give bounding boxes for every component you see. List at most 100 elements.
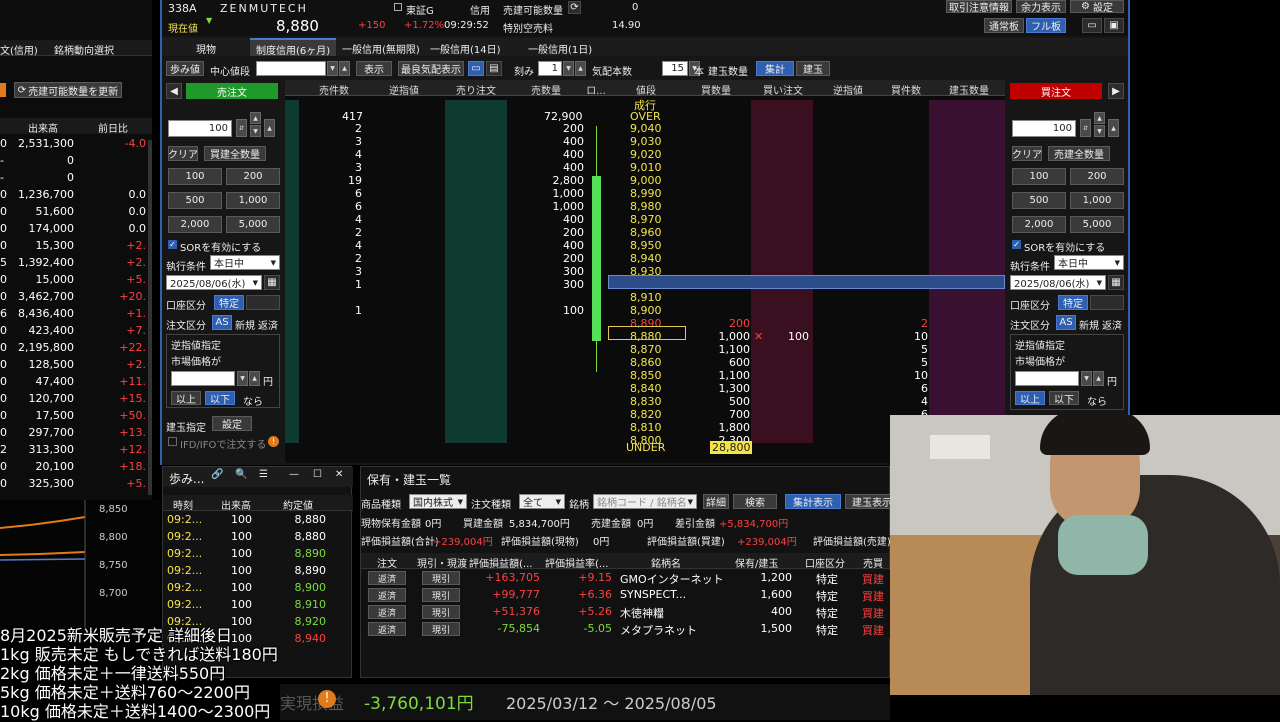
- holding-row[interactable]: 返済 現引 +163,705 +9.15 GMOインターネット 1,200 特定 買建: [362, 570, 890, 587]
- tab-margin-6m[interactable]: 制度信用(6ヶ月): [250, 38, 336, 57]
- symbol-input[interactable]: 銘柄コード / 銘柄名 ▼: [593, 494, 697, 509]
- as-button[interactable]: AS: [1056, 315, 1076, 330]
- bid-qty[interactable]: 1,100: [719, 369, 751, 382]
- position-view-button[interactable]: 建玉表示: [845, 494, 891, 509]
- sell-all-button[interactable]: 売建全数量: [1048, 146, 1110, 161]
- sell-order-title[interactable]: 売注文: [186, 83, 278, 99]
- cancel-icon[interactable]: ✕: [754, 330, 763, 343]
- buy-order-title[interactable]: 買注文: [1010, 83, 1102, 99]
- menu-icon[interactable]: ☰: [259, 469, 268, 480]
- sell-qty-input[interactable]: 100: [168, 120, 232, 137]
- bid-qty[interactable]: 1,000: [719, 330, 751, 343]
- order-type-select[interactable]: 全て ▼: [519, 494, 565, 509]
- account-specific-button[interactable]: 特定: [1058, 295, 1088, 310]
- ranking-row[interactable]: 0 3,462,700 +20.: [0, 289, 150, 306]
- new-option[interactable]: 新規: [235, 317, 255, 332]
- ranking-row[interactable]: 2 313,300 +12.: [0, 442, 150, 459]
- chevron-updown-icon[interactable]: ⇵: [236, 119, 247, 137]
- ask-qty[interactable]: 1,000: [553, 187, 585, 200]
- chevron-down-icon[interactable]: ▼: [1094, 125, 1105, 137]
- chevron-up-icon[interactable]: ▲: [339, 61, 350, 76]
- aggregate-view-button[interactable]: 集計表示: [785, 494, 841, 509]
- normal-board-button[interactable]: 通常板: [984, 18, 1024, 33]
- notice-button[interactable]: 取引注意情報: [946, 0, 1012, 14]
- chevron-up-icon[interactable]: ▲: [250, 112, 261, 124]
- ask-price[interactable]: 8,990: [630, 187, 662, 200]
- ranking-row[interactable]: 0 423,400 +7.: [0, 323, 150, 340]
- ask-qty[interactable]: 400: [563, 213, 584, 226]
- ask-price[interactable]: 9,020: [630, 148, 662, 161]
- above-button[interactable]: 以上: [171, 391, 201, 406]
- search-button[interactable]: 検索: [733, 494, 777, 509]
- tab-cash[interactable]: 現物: [196, 41, 216, 56]
- below-button[interactable]: 以下: [205, 391, 235, 406]
- ranking-row[interactable]: 0 128,500 +2.: [0, 357, 150, 374]
- ranking-row[interactable]: 0 297,700 +13.: [0, 425, 150, 442]
- receipt-button[interactable]: 現引: [422, 605, 460, 619]
- bid-price[interactable]: 8,860: [630, 356, 662, 369]
- calendar-icon[interactable]: ▦: [1108, 275, 1124, 290]
- tab-general-unlimited[interactable]: 一般信用(無期限): [342, 41, 420, 56]
- layout-double-icon[interactable]: ▤: [486, 61, 502, 76]
- ranking-row[interactable]: 0 174,000 0.0: [0, 221, 150, 238]
- qty-500-button[interactable]: 500: [168, 192, 222, 209]
- buy-qty-input[interactable]: 100: [1012, 120, 1076, 137]
- bid-price[interactable]: 8,830: [630, 395, 662, 408]
- ask-price[interactable]: 9,040: [630, 122, 662, 135]
- qty-100-button[interactable]: 100: [1012, 168, 1066, 185]
- search-icon[interactable]: 🔍: [235, 469, 247, 480]
- bid-price[interactable]: 8,840: [630, 382, 662, 395]
- refresh-icon[interactable]: ⟳: [568, 1, 581, 14]
- ranking-row[interactable]: -0: [0, 153, 150, 170]
- qty-5000-button[interactable]: 5,000: [1070, 216, 1124, 233]
- ask-qty[interactable]: 300: [563, 278, 584, 291]
- layout-single-icon[interactable]: ▭: [468, 61, 484, 76]
- chevron-updown-icon[interactable]: ⇵: [1080, 119, 1091, 137]
- as-button[interactable]: AS: [212, 315, 232, 330]
- repay-button[interactable]: 返済: [368, 571, 406, 585]
- below-button[interactable]: 以下: [1049, 391, 1079, 406]
- detail-button[interactable]: 詳細: [703, 494, 729, 509]
- buy-all-button[interactable]: 買建全数量: [204, 146, 266, 161]
- sor-checkbox[interactable]: ✓: [1012, 240, 1021, 249]
- ask-qty[interactable]: 100: [563, 304, 584, 317]
- exec-select[interactable]: 本日中 ▼: [210, 255, 280, 270]
- chevron-up-icon[interactable]: ▲: [575, 61, 586, 76]
- quote-count-input[interactable]: 15: [662, 61, 688, 76]
- ranking-row[interactable]: 0 120,700 +15.: [0, 391, 150, 408]
- position-setting-button[interactable]: 設定: [212, 416, 252, 431]
- ask-price[interactable]: 8,910: [630, 291, 662, 304]
- account-other-button[interactable]: [1090, 295, 1124, 310]
- ranking-row[interactable]: 6 8,436,400 +1.: [0, 306, 150, 323]
- scrollbar[interactable]: [148, 140, 152, 495]
- tab-symbol-trend[interactable]: 銘柄動向選択: [54, 42, 114, 57]
- bid-price[interactable]: 8,870: [630, 343, 662, 356]
- qty-200-button[interactable]: 200: [1070, 168, 1124, 185]
- calendar-icon[interactable]: ▦: [264, 275, 280, 290]
- holding-row[interactable]: 返済 現引 -75,854 -5.05 メタプラネット 1,500 特定 買建: [362, 621, 890, 638]
- account-other-button[interactable]: [246, 295, 280, 310]
- tick-input[interactable]: 1: [538, 61, 562, 76]
- ranking-row[interactable]: 0 15,300 +2.: [0, 238, 150, 255]
- ask-price[interactable]: 8,900: [630, 304, 662, 317]
- ask-price[interactable]: 9,000: [630, 174, 662, 187]
- display-button[interactable]: 表示: [356, 61, 392, 76]
- above-button[interactable]: 以上: [1015, 391, 1045, 406]
- repay-option[interactable]: 返済: [1102, 317, 1122, 332]
- repay-button[interactable]: 返済: [368, 622, 406, 636]
- bid-qty[interactable]: 200: [729, 317, 750, 330]
- ask-price[interactable]: 8,960: [630, 226, 662, 239]
- ranking-row[interactable]: 0 1,236,700 0.0: [0, 187, 150, 204]
- clear-button[interactable]: クリア: [1012, 146, 1042, 161]
- ranking-row[interactable]: 0 15,000 +5.: [0, 272, 150, 289]
- chevron-up-icon[interactable]: ▲: [249, 371, 260, 386]
- best-quote-button[interactable]: 最良気配表示: [398, 61, 464, 76]
- bid-qty[interactable]: 1,800: [719, 421, 751, 434]
- ask-price[interactable]: 8,980: [630, 200, 662, 213]
- ask-price[interactable]: 8,970: [630, 213, 662, 226]
- checkbox-icon[interactable]: [394, 3, 402, 11]
- bid-qty[interactable]: 1,300: [719, 382, 751, 395]
- ranking-row[interactable]: 0 17,500 +50.: [0, 408, 150, 425]
- bid-qty[interactable]: 1,100: [719, 343, 751, 356]
- qty-1000-button[interactable]: 1,000: [1070, 192, 1124, 209]
